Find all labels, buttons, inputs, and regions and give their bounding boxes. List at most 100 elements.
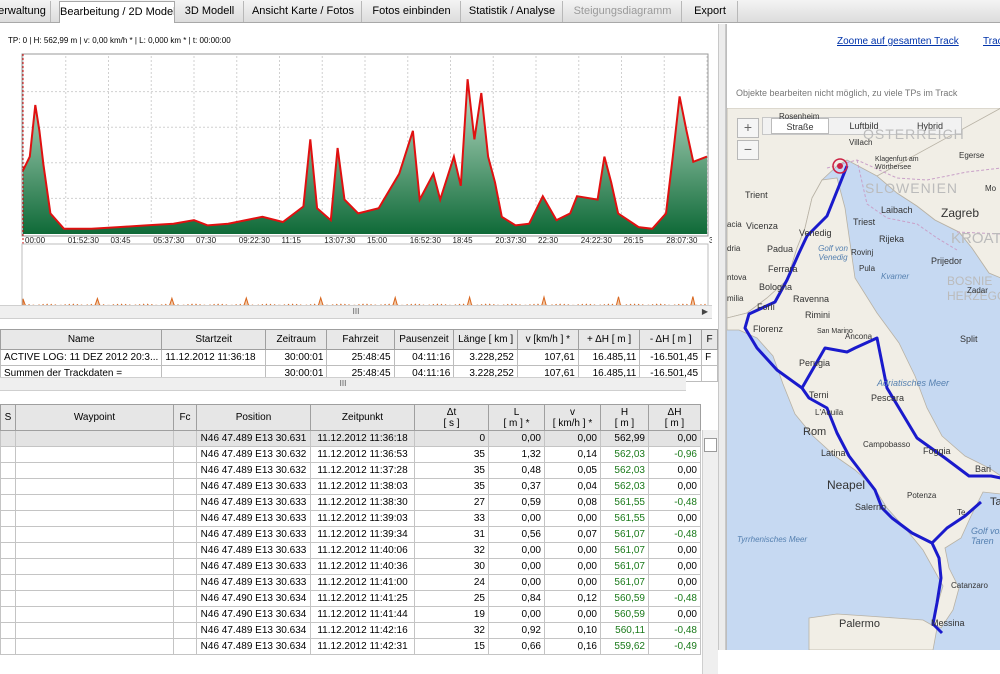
tab-export[interactable]: Export	[683, 1, 738, 22]
table-row[interactable]: N46 47.489 E13 30.632 11.12.2012 11:36:53…	[0, 446, 701, 463]
col-plus-delta-h[interactable]: + ΔH [ m ]	[577, 329, 641, 350]
cell-delta-t: 24	[414, 574, 489, 591]
city-label: L'Aquila	[815, 408, 844, 417]
table-row[interactable]: N46 47.489 E13 30.633 11.12.2012 11:40:06…	[0, 542, 701, 559]
zoom-out-button[interactable]: −	[737, 140, 759, 160]
cell-position: N46 47.490 E13 30.634	[196, 606, 311, 623]
cell-fc	[173, 430, 197, 447]
table-row[interactable]: N46 47.489 E13 30.634 11.12.2012 11:42:31…	[0, 638, 701, 655]
tab-fotos-einbinden[interactable]: Fotos einbinden	[363, 1, 461, 22]
col-v[interactable]: v [ km/h ] *	[544, 404, 601, 431]
table-row[interactable]: N46 47.489 E13 30.633 11.12.2012 11:38:03…	[0, 478, 701, 495]
zoom-to-track-link[interactable]: Zoome auf gesamten Track	[837, 36, 959, 47]
col-s[interactable]: S	[0, 404, 16, 431]
city-label: Bologna	[759, 282, 793, 292]
cell-l: 0,66	[488, 638, 545, 655]
cell-fc	[173, 558, 197, 575]
table-row[interactable]: N46 47.489 E13 30.633 11.12.2012 11:40:36…	[0, 558, 701, 575]
city-label: Laibach	[881, 205, 913, 215]
region-label: ÖSTERREICH	[863, 126, 965, 142]
table-row[interactable]: N46 47.490 E13 30.634 11.12.2012 11:41:44…	[0, 606, 701, 623]
col-h[interactable]: H [ m ]	[600, 404, 649, 431]
col-zeitraum[interactable]: Zeitraum	[265, 329, 328, 350]
cell-h: 561,07	[600, 558, 649, 575]
cell-fc	[173, 478, 197, 495]
col-delta-h[interactable]: ΔH [ m ]	[648, 404, 701, 431]
cell-fc	[173, 606, 197, 623]
cell-zeitpunkt: 11.12.2012 11:38:03	[310, 478, 415, 495]
sea-label: Adriatisches Meer	[877, 378, 950, 388]
col-name[interactable]: Name	[0, 329, 163, 350]
elevation-profile-chart[interactable]: 00:00 01:52:30 03:45 05:37:30 07:30 09:22:30 1…	[0, 48, 712, 318]
map-view[interactable]: Straße Luftbild Hybrid + − ÖSTERREICH SL…	[727, 108, 1000, 650]
city-label: Split	[960, 334, 978, 344]
cell-zeitpunkt: 11.12.2012 11:36:53	[310, 446, 415, 463]
cell-fc	[173, 526, 197, 543]
cell-waypoint	[15, 478, 174, 495]
col-geschwindigkeit[interactable]: v [km/h ] *	[516, 329, 579, 350]
cell-delta-t: 35	[414, 478, 489, 495]
cell-delta-t: 35	[414, 446, 489, 463]
track-link[interactable]: Trac	[983, 36, 1000, 47]
tab-steigungsdiagramm: Steigungsdiagramm	[564, 1, 682, 22]
table-row[interactable]: N46 47.489 E13 30.633 11.12.2012 11:41:00…	[0, 574, 701, 591]
col-minus-delta-h[interactable]: - ΔH [ m ]	[639, 329, 703, 350]
table-row[interactable]: N46 47.489 E13 30.633 11.12.2012 11:39:34…	[0, 526, 701, 543]
chevron-right-icon[interactable]: ▶	[698, 306, 712, 318]
cell-s	[0, 446, 16, 463]
summary-horizontal-scrollbar[interactable]: III	[0, 377, 686, 391]
start-marker-dot	[837, 163, 843, 169]
col-fahrzeit[interactable]: Fahrzeit	[326, 329, 395, 350]
cell-zeitpunkt: 11.12.2012 11:42:31	[310, 638, 415, 655]
edge-city-label: Te	[957, 508, 966, 517]
col-zeitpunkt[interactable]: Zeitpunkt	[310, 404, 415, 431]
cell-fc	[173, 638, 197, 655]
edge-city-label: Pula	[859, 264, 876, 273]
tab-ansicht-karte-fotos[interactable]: Ansicht Karte / Fotos	[245, 1, 362, 22]
edge-city-label: acia	[727, 220, 742, 229]
cell-fc	[173, 622, 197, 639]
summary-row-active-log[interactable]: ACTIVE LOG: 11 DEZ 2012 20:3... 11.12.20…	[0, 349, 718, 366]
city-label: Venedig	[799, 228, 832, 238]
col-delta-t[interactable]: Δt [ s ]	[414, 404, 489, 431]
cell-delta-h: -0,49	[648, 638, 701, 655]
zoom-in-button[interactable]: +	[737, 118, 759, 138]
table-row[interactable]: N46 47.489 E13 30.633 11.12.2012 11:39:03…	[0, 510, 701, 527]
tab-3d-modell[interactable]: 3D Modell	[176, 1, 244, 22]
tab-statistik-analyse[interactable]: Statistik / Analyse	[462, 1, 563, 22]
scroll-thumb[interactable]	[704, 438, 717, 452]
table-row[interactable]: N46 47.490 E13 30.634 11.12.2012 11:41:25…	[0, 590, 701, 607]
sea-label: Golf von Taren	[971, 526, 1000, 546]
col-position[interactable]: Position	[196, 404, 311, 431]
tab-verwaltung[interactable]: erwaltung	[0, 1, 51, 22]
city-label: Perugia	[799, 358, 831, 368]
col-l[interactable]: L [ m ] *	[488, 404, 545, 431]
cell-delta-t: 27	[414, 494, 489, 511]
cell-delta-t: 32	[414, 542, 489, 559]
col-startzeit[interactable]: Startzeit	[161, 329, 267, 350]
cell-s	[0, 558, 16, 575]
cell-position: N46 47.489 E13 30.631	[196, 430, 311, 447]
table-row[interactable]: N46 47.489 E13 30.632 11.12.2012 11:37:28…	[0, 462, 701, 479]
col-fc[interactable]: Fc	[173, 404, 197, 431]
table-row[interactable]: N46 47.489 E13 30.633 11.12.2012 11:38:30…	[0, 494, 701, 511]
col-f[interactable]: F	[701, 329, 718, 350]
table-row[interactable]: N46 47.489 E13 30.634 11.12.2012 11:42:16…	[0, 622, 701, 639]
col-laenge[interactable]: Länge [ km ]	[453, 329, 518, 350]
city-label: Ferrara	[768, 264, 798, 274]
city-label: Florenz	[753, 324, 784, 334]
col-pausenzeit[interactable]: Pausenzeit	[393, 329, 455, 350]
cell-fc	[173, 590, 197, 607]
cell-v: 0,00	[544, 558, 601, 575]
city-label: San Marino	[817, 328, 853, 335]
cell-zeitpunkt: 11.12.2012 11:41:00	[310, 574, 415, 591]
col-waypoint[interactable]: Waypoint	[15, 404, 174, 431]
tab-bearbeitung-2d-modell[interactable]: Bearbeitung / 2D Modell	[59, 1, 175, 23]
city-label: Padua	[767, 244, 794, 254]
trackpoint-vertical-scrollbar[interactable]	[702, 430, 718, 674]
cell-delta-h: 0,00	[648, 478, 701, 495]
panel-splitter[interactable]	[718, 24, 726, 650]
table-row[interactable]: N46 47.489 E13 30.631 11.12.2012 11:36:18…	[0, 430, 701, 447]
chart-horizontal-scrollbar[interactable]: III ▶	[0, 305, 712, 319]
cell-h: 560,11	[600, 622, 649, 639]
